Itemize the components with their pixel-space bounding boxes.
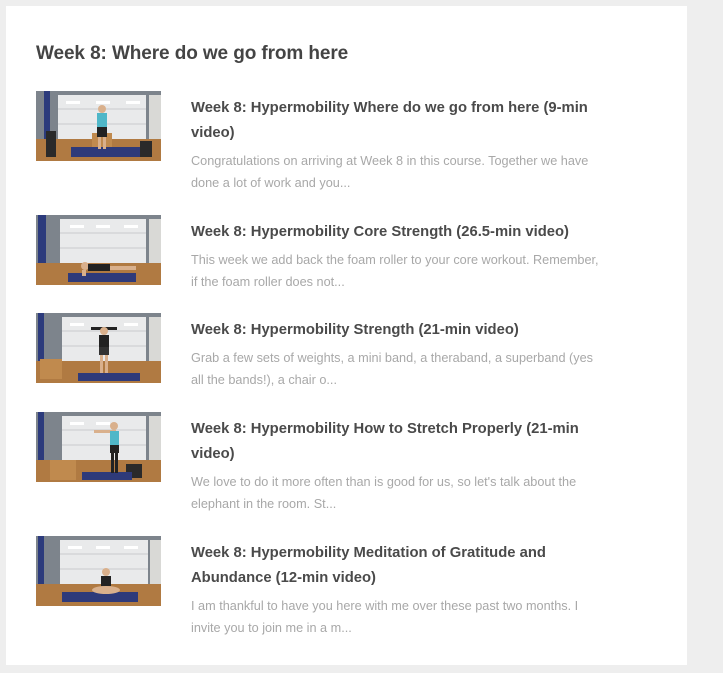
video-thumbnail[interactable] xyxy=(36,215,161,285)
lesson-excerpt: I am thankful to have you here with me o… xyxy=(191,599,579,635)
lesson-excerpt: This week we add back the foam roller to… xyxy=(191,253,599,289)
lesson-text: Week 8: Hypermobility Meditation of Grat… xyxy=(191,541,601,639)
lesson-title[interactable]: Week 8: Hypermobility Core Strength (26.… xyxy=(191,220,601,245)
lesson-excerpt: We love to do it more often than is good… xyxy=(191,475,577,511)
lesson-text: Week 8: Hypermobility Strength (21-min v… xyxy=(191,318,601,391)
lesson-excerpt: Congratulations on arriving at Week 8 in… xyxy=(191,154,589,190)
lesson-section-card: Week 8: Where do we go from here Week 8:… xyxy=(6,6,687,665)
lesson-text: Week 8: Hypermobility How to Stretch Pro… xyxy=(191,417,601,515)
lesson-excerpt: Grab a few sets of weights, a mini band,… xyxy=(191,351,594,387)
lesson-title[interactable]: Week 8: Hypermobility Where do we go fro… xyxy=(191,96,601,146)
section-title: Week 8: Where do we go from here xyxy=(36,43,349,64)
lesson-title[interactable]: Week 8: Hypermobility Meditation of Grat… xyxy=(191,541,601,591)
lesson-text: Week 8: Hypermobility Where do we go fro… xyxy=(191,96,601,194)
video-thumbnail[interactable] xyxy=(36,91,161,161)
lesson-text: Week 8: Hypermobility Core Strength (26.… xyxy=(191,220,601,293)
lesson-title[interactable]: Week 8: Hypermobility Strength (21-min v… xyxy=(191,318,601,343)
video-thumbnail[interactable] xyxy=(36,412,161,482)
lesson-title[interactable]: Week 8: Hypermobility How to Stretch Pro… xyxy=(191,417,601,467)
video-thumbnail[interactable] xyxy=(36,313,161,383)
video-thumbnail[interactable] xyxy=(36,536,161,606)
